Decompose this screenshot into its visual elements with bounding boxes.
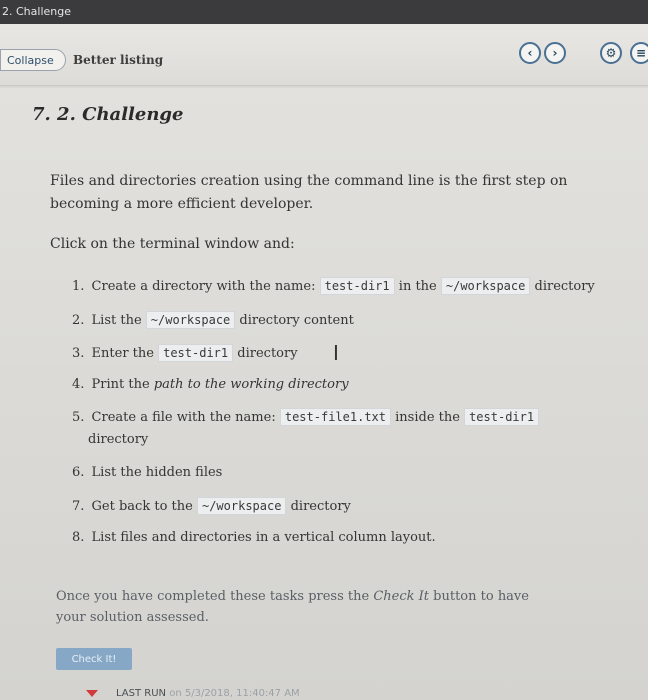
page-title: 7. 2. Challenge xyxy=(32,104,184,125)
code-snippet: test-dir1 xyxy=(319,277,395,295)
collapse-button[interactable]: Collapse xyxy=(0,49,66,71)
intro-text: Files and directories creation using the… xyxy=(50,173,568,212)
code-snippet: test-dir1 xyxy=(158,344,234,362)
task-item: 5. Create a file with the name: test-fil… xyxy=(72,406,552,451)
check-it-button[interactable]: Check It! xyxy=(56,648,132,670)
text-cursor-icon: I xyxy=(333,341,339,365)
footer-note: Once you have completed these tasks pres… xyxy=(56,589,529,625)
task-item: 4. Print the path to the working directo… xyxy=(72,377,349,392)
code-snippet: test-file1.txt xyxy=(279,408,391,426)
task-item: 6. List the hidden files xyxy=(72,465,223,480)
menu-icon[interactable]: ≡ xyxy=(630,42,648,64)
code-snippet: ~/workspace xyxy=(440,277,531,295)
chevron-left-icon[interactable]: ‹ xyxy=(519,42,541,64)
nav-buttons: ‹ › xyxy=(519,42,566,64)
instruction-line: Click on the terminal window and: xyxy=(50,236,295,252)
task-item: 1. Create a directory with the name: tes… xyxy=(72,277,595,295)
task-item: 3. Enter the test-dir1 directory xyxy=(72,344,298,362)
status-marker-icon xyxy=(86,690,98,697)
code-snippet: test-dir1 xyxy=(464,408,540,426)
last-run-status: LAST RUN on 5/3/2018, 11:40:47 AM xyxy=(116,688,300,699)
chevron-right-icon[interactable]: › xyxy=(544,42,566,64)
task-item: 2. List the ~/workspace directory conten… xyxy=(72,311,354,329)
code-snippet: ~/workspace xyxy=(145,311,236,329)
code-snippet: ~/workspace xyxy=(196,497,287,515)
task-item: 7. Get back to the ~/workspace directory xyxy=(72,497,351,515)
window-title: 2. Challenge xyxy=(0,0,648,24)
gear-icon[interactable]: ⚙ xyxy=(600,42,622,64)
breadcrumb[interactable]: Better listing xyxy=(73,53,163,67)
task-item: 8. List files and directories in a verti… xyxy=(72,530,436,545)
